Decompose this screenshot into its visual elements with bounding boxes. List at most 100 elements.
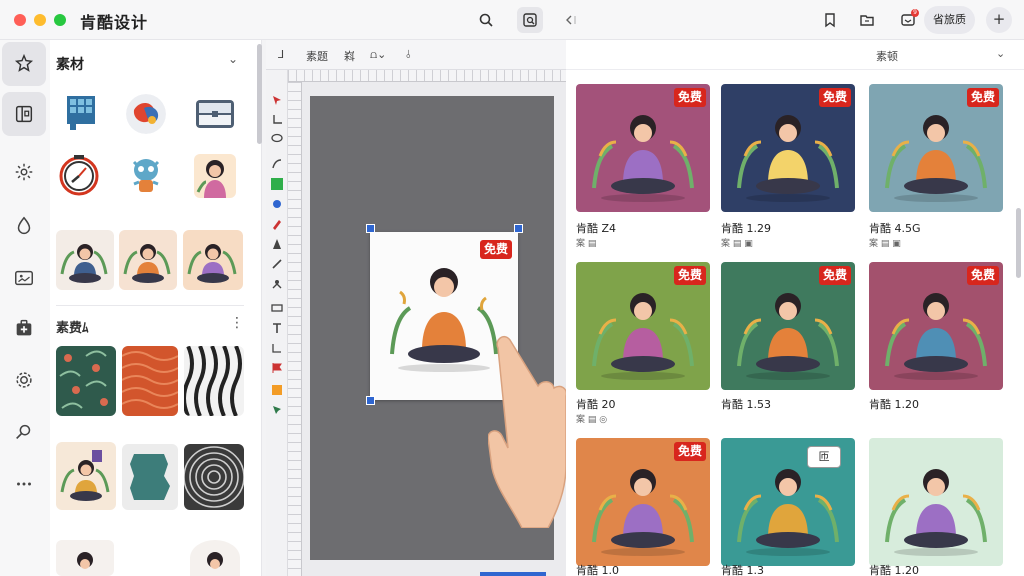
template-card-name[interactable]: 肯酷 Z4 <box>576 220 616 236</box>
template-card[interactable]: 匝 <box>721 438 855 566</box>
vertical-toolbar <box>266 70 288 576</box>
app-title: 肯酷设计 <box>80 13 149 32</box>
free-badge: 免费 <box>966 88 999 107</box>
bookmark-button[interactable] <box>817 7 843 33</box>
curve-tool-icon[interactable] <box>271 158 283 170</box>
measure-tool-icon[interactable] <box>271 342 283 354</box>
rail-color[interactable] <box>2 204 46 248</box>
template-card[interactable]: 免费 <box>721 262 855 390</box>
add-button[interactable]: + <box>986 7 1012 33</box>
member-button[interactable]: 省旅质 <box>924 6 975 34</box>
brush-tool-icon[interactable] <box>271 258 283 270</box>
template-card[interactable]: 免费 <box>576 438 710 566</box>
stamp-tool-icon[interactable] <box>271 278 283 290</box>
panel-title: 素材 <box>56 57 84 73</box>
asset-thumb-4[interactable] <box>56 442 116 510</box>
template-card[interactable]: 免费 <box>576 262 710 390</box>
resize-handle-bl[interactable] <box>366 396 375 405</box>
rail-templates[interactable] <box>2 42 46 86</box>
rail-elements[interactable] <box>2 92 46 136</box>
template-card[interactable]: 免费 <box>721 84 855 212</box>
template-card[interactable]: 免费 <box>576 84 710 212</box>
template-card-name[interactable]: 肯酷 1.20 <box>869 562 919 576</box>
rail-tools[interactable] <box>2 358 46 402</box>
folder-button[interactable] <box>854 7 880 33</box>
arrow-tool-icon[interactable] <box>271 238 283 250</box>
resize-handle-tl[interactable] <box>366 224 375 233</box>
template-card-meta: 案 ▤ ▣ <box>869 239 901 249</box>
flag-tool-icon[interactable] <box>271 362 283 374</box>
template-header-label: 素顿 <box>876 50 898 63</box>
template-card-name[interactable]: 肯酷 1.3 <box>721 562 764 576</box>
window-minimize-button[interactable] <box>34 14 46 26</box>
toolbar-item-5[interactable]: ⫰ <box>406 48 411 62</box>
toolbar-item-1[interactable]: ⅃ <box>278 48 284 61</box>
crop-tool-icon[interactable] <box>271 114 283 126</box>
asset-thumb-1[interactable] <box>56 230 114 290</box>
free-badge: 免费 <box>818 88 851 107</box>
texture-zebra[interactable] <box>184 346 244 416</box>
box-tool-icon[interactable] <box>271 384 283 396</box>
template-card-name[interactable]: 肯酷 1.0 <box>576 562 619 576</box>
toolbar-item-2[interactable]: 素题 <box>306 48 328 64</box>
rail-photos[interactable] <box>2 256 46 300</box>
drop-icon <box>17 216 31 234</box>
pen-tool-icon[interactable] <box>271 218 283 230</box>
panel-collapse-button[interactable]: ⌄ <box>228 52 238 66</box>
free-badge: 免费 <box>818 266 851 285</box>
free-badge: 免费 <box>966 266 999 285</box>
texture-splash[interactable] <box>122 444 178 510</box>
section-more-button[interactable]: ⋮ <box>230 315 244 331</box>
template-card-name[interactable]: 肯酷 1.20 <box>869 396 919 412</box>
notification-button[interactable]: 9 <box>895 7 921 33</box>
rail-settings[interactable] <box>2 150 46 194</box>
template-card[interactable]: 免费 <box>869 84 1003 212</box>
asset-grid-block[interactable] <box>64 92 100 134</box>
free-badge: 免费 <box>673 88 706 107</box>
select-tool-icon[interactable] <box>271 94 283 106</box>
eraser-tool-icon[interactable] <box>271 302 283 314</box>
texture-wave[interactable] <box>122 346 178 416</box>
rail-more[interactable] <box>2 462 46 506</box>
back-button[interactable] <box>556 7 582 33</box>
asset-box[interactable] <box>194 96 236 132</box>
panel-scrollbar[interactable] <box>257 44 262 144</box>
shape-tool-icon[interactable] <box>271 198 283 210</box>
image-search-button[interactable] <box>517 7 543 33</box>
template-card-name[interactable]: 肯酷 20 <box>576 396 616 412</box>
window-close-button[interactable] <box>14 14 26 26</box>
pointer-tool-icon[interactable] <box>271 404 283 416</box>
asset-color-blob[interactable] <box>126 94 166 134</box>
image-icon <box>15 270 33 286</box>
lasso-tool-icon[interactable] <box>271 132 283 144</box>
template-card-name[interactable]: 肯酷 4.5G <box>869 220 921 236</box>
texture-swirl[interactable] <box>184 444 244 510</box>
color-swatch-icon[interactable] <box>271 178 283 190</box>
speech-badge: 匝 <box>807 446 841 468</box>
rail-apps[interactable] <box>2 306 46 350</box>
template-scrollbar[interactable] <box>1016 208 1021 278</box>
image-search-icon <box>523 13 537 27</box>
asset-robot[interactable] <box>126 154 166 198</box>
toolbar-item-4[interactable]: ⩍⌄ <box>370 48 386 62</box>
template-card[interactable]: 免费 <box>869 262 1003 390</box>
asset-thumb-3[interactable] <box>183 230 243 290</box>
toolbar-item-3[interactable]: 嵙 <box>344 48 355 64</box>
texture-leaf[interactable] <box>56 346 116 416</box>
asset-thumb-5[interactable] <box>56 540 114 576</box>
free-badge: 免费 <box>673 442 706 461</box>
window-zoom-button[interactable] <box>54 14 66 26</box>
template-header-chevron[interactable]: ⌄ <box>996 47 1005 60</box>
asset-thumb-6[interactable] <box>190 540 240 576</box>
template-card[interactable] <box>869 438 1003 566</box>
template-card-name[interactable]: 肯酷 1.53 <box>721 396 771 412</box>
asset-clock[interactable] <box>58 154 100 196</box>
search-button[interactable] <box>473 7 499 33</box>
text-tool-icon[interactable] <box>271 322 283 334</box>
asset-girl[interactable] <box>194 154 236 198</box>
rail-search[interactable] <box>2 410 46 454</box>
template-card-name[interactable]: 肯酷 1.29 <box>721 220 771 236</box>
resize-handle-tr[interactable] <box>514 224 523 233</box>
magnifier-icon <box>16 424 31 440</box>
asset-thumb-2[interactable] <box>119 230 177 290</box>
